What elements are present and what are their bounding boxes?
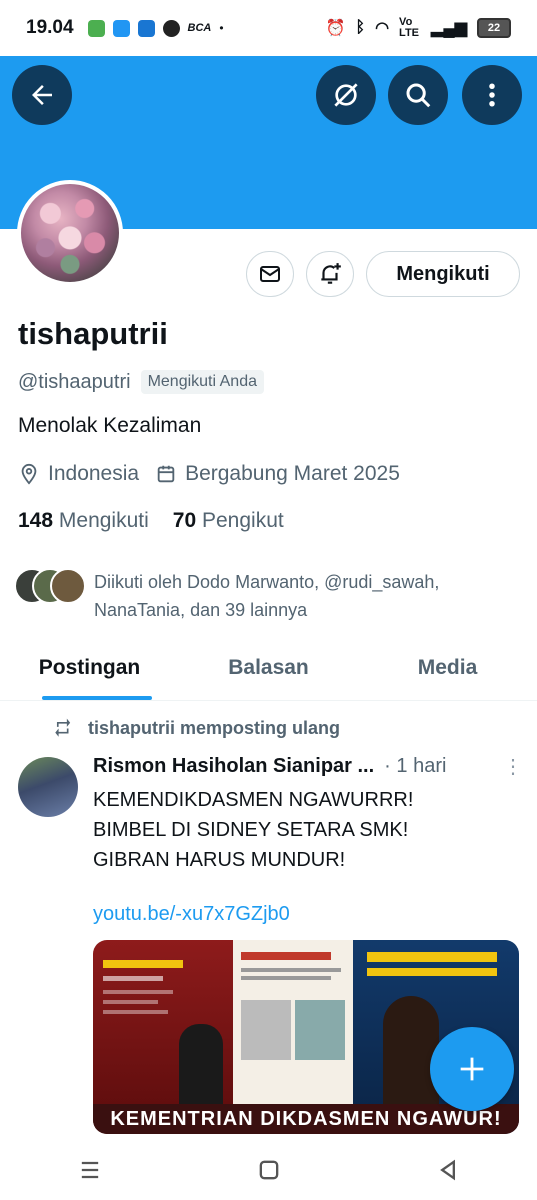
message-app-icon: [87, 19, 105, 37]
profile-tabs: Postingan Balasan Media: [0, 640, 537, 701]
search-icon: [406, 83, 431, 108]
weather-app-icon: [112, 19, 130, 37]
plus-icon: [460, 1057, 484, 1081]
home-icon[interactable]: [255, 1156, 283, 1184]
post-time[interactable]: · 1 hari: [384, 755, 446, 778]
status-time: 19.04: [26, 17, 74, 38]
signal-icon: ▂▄▆: [431, 20, 467, 37]
post-text: KEMENDIKDASMEN NGAWURRR! BIMBEL DI SIDNE…: [93, 789, 414, 871]
notify-button[interactable]: [306, 251, 354, 297]
post-author-avatar[interactable]: [18, 757, 78, 817]
wifi-icon: ◠: [375, 20, 390, 37]
more-options-button[interactable]: [462, 65, 522, 125]
bell-plus-icon: [321, 263, 341, 284]
messenger-icon: [162, 19, 180, 37]
tab-posts[interactable]: Postingan: [0, 640, 179, 700]
media-caption: KEMENTRIAN DIKDASMEN NGAWUR!: [93, 1104, 519, 1134]
arrow-left-icon: [32, 85, 52, 105]
repost-icon: [55, 718, 71, 737]
post-more-icon[interactable]: ⋮: [503, 754, 523, 779]
compose-button[interactable]: [430, 1027, 514, 1111]
location-text: Indonesia: [48, 462, 140, 485]
follower-avatars: [14, 568, 86, 606]
back-nav-icon[interactable]: [434, 1156, 462, 1184]
joined-text: Bergabung Maret 2025: [185, 462, 400, 485]
bca-icon: BCA: [187, 22, 212, 34]
profile-handle: @tishaaputri: [18, 370, 131, 393]
grok-icon: [334, 83, 358, 107]
alarm-icon: ⏰: [325, 20, 346, 37]
grok-button[interactable]: [316, 65, 376, 125]
tab-media[interactable]: Media: [358, 640, 537, 700]
tab-replies[interactable]: Balasan: [179, 640, 358, 700]
profile-bio: Menolak Kezaliman: [18, 414, 202, 437]
volte-label: Vo LTE: [399, 16, 420, 39]
more-vertical-icon: [489, 83, 495, 107]
search-button[interactable]: [388, 65, 448, 125]
follows-you-badge: Mengikuti Anda: [140, 370, 264, 394]
status-bar: 19.04 BCA • ⏰ ᛒ ◠ Vo LTE ▂▄▆ 22: [0, 0, 537, 56]
repost-label: tishaputrii memposting ulang: [88, 717, 341, 738]
followed-by-text: Diikuti oleh Dodo Marwanto, @rudi_sawah,…: [94, 572, 440, 620]
bluetooth-icon: ᛒ: [355, 19, 366, 36]
location-icon: [21, 463, 37, 485]
message-button[interactable]: [246, 251, 294, 297]
back-button[interactable]: [12, 65, 72, 125]
post-author-name[interactable]: Rismon Hasiholan Sianipar ...: [93, 755, 374, 778]
avatar: [50, 568, 86, 604]
system-nav-bar: [0, 1140, 537, 1200]
dot-icon: •: [219, 21, 224, 35]
bluetooth-app-icon: [137, 19, 155, 37]
following-button[interactable]: Mengikuti: [366, 251, 520, 297]
handle-row: @tishaaputri Mengikuti Anda: [18, 370, 264, 394]
repost-row: tishaputrii memposting ulang: [52, 717, 340, 739]
profile-avatar[interactable]: [17, 180, 123, 286]
following-count-link[interactable]: 148 Mengikuti: [18, 509, 149, 533]
followers-count-link[interactable]: 70 Pengikut: [173, 509, 284, 533]
profile-name: tishaputrii: [18, 316, 168, 351]
active-tab-indicator: [42, 696, 152, 700]
recent-apps-icon[interactable]: [76, 1156, 104, 1184]
calendar-icon: [157, 465, 175, 483]
mail-icon: [260, 266, 280, 282]
profile-meta: Indonesia Bergabung Maret 2025: [18, 462, 416, 486]
battery-icon: 22: [477, 18, 511, 38]
followed-by-row[interactable]: Diikuti oleh Dodo Marwanto, @rudi_sawah,…: [14, 568, 474, 624]
post-header: Rismon Hasiholan Sianipar ... · 1 hari ⋮: [93, 754, 523, 779]
follow-counts: 148 Mengikuti 70 Pengikut: [18, 509, 284, 533]
post-link[interactable]: youtu.be/-xu7x7GZjb0: [93, 903, 290, 926]
